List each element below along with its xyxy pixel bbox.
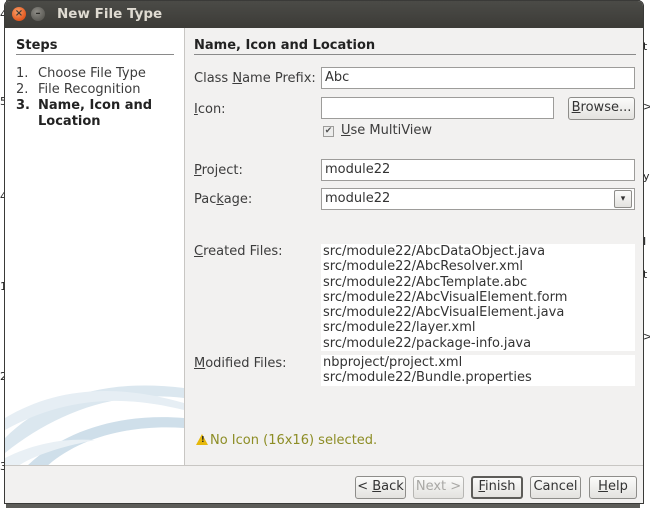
list-item: src/module22/AbcDataObject.java: [323, 244, 546, 259]
class-name-prefix-input[interactable]: Abc: [321, 67, 635, 89]
list-item: src/module22/package-info.java: [323, 335, 532, 351]
list-item: src/module22/AbcVisualElement.form: [323, 289, 568, 305]
dialog-content: Steps 1. Choose File Type 2. File Recognit…: [5, 28, 643, 465]
warning-text: No Icon (16x16) selected.: [210, 433, 378, 448]
new-file-type-dialog: × – New File Type Steps 1. Choose File Ty…: [4, 0, 644, 504]
panel-divider: [194, 54, 636, 55]
step-label: Choose File Type: [38, 66, 146, 81]
step-name-icon-location: 3. Name, Icon and Location: [16, 98, 152, 129]
use-multiview-label[interactable]: Use MultiView: [341, 123, 432, 138]
use-multiview-checkbox[interactable]: ✔: [323, 126, 334, 137]
name-icon-location-panel: Name, Icon and Location Class Name Prefi…: [185, 28, 643, 465]
icon-label: Icon:: [194, 102, 226, 117]
project-label: Project:: [194, 163, 243, 178]
close-icon[interactable]: ×: [12, 7, 26, 21]
warning-message: ! No Icon (16x16) selected.: [196, 433, 377, 448]
list-item: src/module22/layer.xml: [323, 320, 476, 336]
minimize-icon[interactable]: –: [31, 7, 45, 21]
created-files-list[interactable]: src/module22/AbcDataObject.java src/modu…: [321, 244, 635, 351]
steps-title: Steps: [16, 38, 58, 53]
list-item: src/module22/AbcVisualElement.java: [323, 305, 565, 321]
class-name-prefix-label: Class Name Prefix:: [194, 71, 316, 86]
step-number: 2.: [16, 82, 29, 97]
step-label: File Recognition: [38, 82, 141, 97]
button-bar: < Back Next > Finish Cancel Help: [5, 465, 643, 503]
decorative-swoosh-graphic: [5, 385, 184, 465]
background-char: >: [643, 100, 650, 113]
panel-title: Name, Icon and Location: [194, 38, 376, 53]
help-button[interactable]: Help: [589, 476, 637, 499]
created-files-label: Created Files:: [194, 244, 283, 259]
package-combobox[interactable]: module22: [321, 188, 635, 210]
browse-button[interactable]: Browse...: [568, 97, 635, 120]
back-button[interactable]: < Back: [355, 476, 406, 499]
step-number: 3.: [16, 98, 30, 113]
step-number: 1.: [16, 66, 29, 81]
steps-divider: [16, 54, 174, 55]
step-file-recognition: 2. File Recognition: [16, 82, 140, 98]
list-item: src/module22/Bundle.properties: [323, 370, 532, 386]
background-char: >: [643, 330, 650, 343]
next-button[interactable]: Next >: [413, 476, 464, 499]
step-label: Name, Icon and Location: [38, 98, 153, 129]
cancel-button[interactable]: Cancel: [530, 476, 581, 499]
finish-button[interactable]: Finish: [471, 476, 523, 499]
step-choose-file-type: 1. Choose File Type: [16, 66, 146, 82]
list-item: src/module22/AbcResolver.xml: [323, 259, 524, 275]
window-title: New File Type: [57, 6, 163, 22]
list-item: src/module22/AbcTemplate.abc: [323, 274, 528, 290]
warning-icon: !: [196, 434, 208, 445]
project-input[interactable]: module22: [321, 159, 635, 181]
package-label: Package:: [194, 192, 253, 207]
steps-panel: Steps 1. Choose File Type 2. File Recognit…: [5, 28, 185, 465]
modified-files-label: Modified Files:: [194, 356, 287, 371]
title-bar[interactable]: × – New File Type: [5, 1, 643, 28]
modified-files-list[interactable]: nbproject/project.xml src/module22/Bundl…: [321, 355, 635, 386]
chevron-down-icon[interactable]: ▾: [614, 190, 632, 208]
icon-path-input[interactable]: [321, 97, 554, 119]
list-item: nbproject/project.xml: [323, 355, 463, 370]
